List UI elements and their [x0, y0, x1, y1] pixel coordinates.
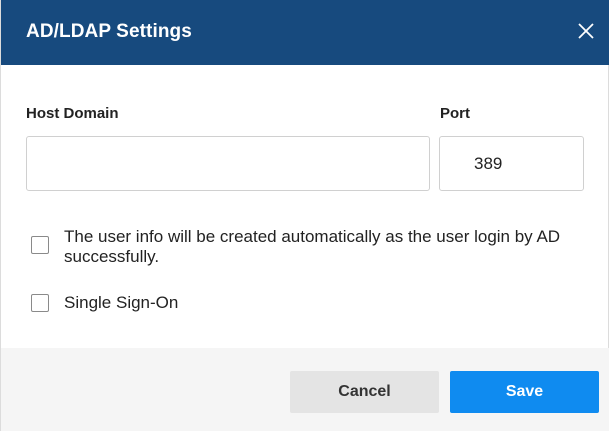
close-button[interactable] [574, 19, 598, 43]
auto-create-user-option[interactable]: The user info will be created automatica… [31, 227, 591, 267]
save-button[interactable]: Save [450, 371, 599, 413]
dialog-footer: Cancel Save [1, 348, 609, 431]
dialog-header: AD/LDAP Settings [1, 0, 609, 65]
cancel-button[interactable]: Cancel [290, 371, 439, 413]
auto-create-user-label: The user info will be created automatica… [64, 227, 561, 266]
host-domain-label: Host Domain [26, 105, 119, 122]
ad-ldap-settings-dialog: AD/LDAP Settings Host Domain Port The us… [0, 0, 609, 431]
single-sign-on-label: Single Sign-On [64, 293, 179, 312]
close-icon [574, 19, 598, 43]
single-sign-on-option[interactable]: Single Sign-On [31, 293, 178, 313]
dialog-title: AD/LDAP Settings [26, 21, 192, 42]
port-label: Port [440, 105, 470, 122]
host-domain-input[interactable] [26, 136, 430, 191]
single-sign-on-checkbox[interactable] [31, 294, 49, 312]
port-input[interactable] [439, 136, 584, 191]
auto-create-user-checkbox[interactable] [31, 236, 49, 254]
